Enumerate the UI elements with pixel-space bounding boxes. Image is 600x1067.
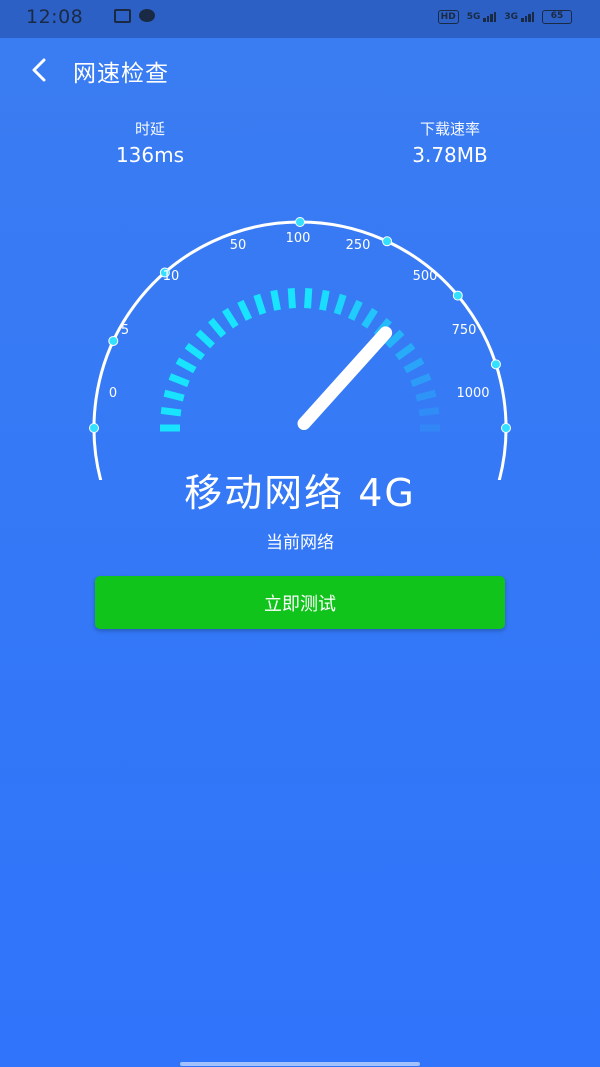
gauge-scale-label: 10: [163, 269, 180, 284]
chat-icon: [139, 9, 155, 22]
latency-value: 136ms: [115, 143, 185, 167]
gauge-scale-label: 250: [346, 238, 371, 253]
gauge-progress-tick: [195, 329, 215, 349]
status-time: 12:08: [26, 6, 84, 28]
gauge-progress-tick: [403, 357, 425, 374]
gauge-scale-label: 0: [109, 386, 117, 401]
hd-icon: HD: [437, 10, 459, 24]
gauge-progress-tick: [237, 299, 253, 321]
gauge-progress-tick: [304, 288, 313, 309]
gauge-progress-tick: [361, 307, 378, 329]
download-speed-value: 3.78MB: [412, 143, 488, 167]
status-notification-icons: [114, 9, 155, 23]
signal-3g-icon: 3G: [504, 12, 534, 22]
page-title: 网速检查: [73, 61, 169, 87]
gauge-progress-tick: [222, 307, 239, 329]
signal-5g-icon: 5G: [467, 12, 497, 22]
battery-icon: 65: [542, 10, 572, 24]
gauge-progress-tick: [175, 357, 197, 374]
gauge-scale-label: 750: [452, 323, 477, 338]
gauge-scale-labels: 0 5 10 50 100 250 500 750 1000: [109, 231, 490, 401]
gauge-progress-tick: [270, 289, 281, 311]
gauge-scale-label: 5: [121, 323, 129, 338]
gauge-needle: [297, 326, 393, 431]
gauge-scale-dot: [108, 335, 119, 346]
chevron-left-icon: [32, 58, 46, 82]
status-bar: 12:08 HD 5G 3G 65: [0, 0, 600, 38]
gauge-scale-label: 1000: [456, 386, 489, 401]
gauge-progress-tick: [415, 389, 437, 402]
gauge-scale-label: 100: [286, 231, 311, 246]
calendar-icon: [114, 9, 131, 23]
gauge-scale-dot: [452, 290, 463, 301]
gauge-scale-dot: [89, 423, 99, 433]
home-indicator: [180, 1062, 420, 1066]
gauge-scale-label: 50: [230, 238, 247, 253]
gauge-progress-tick: [208, 317, 227, 338]
download-speed-label: 下载速率: [419, 120, 480, 138]
gauge-progress-tick: [160, 406, 182, 417]
gauge-progress-tick: [418, 406, 440, 417]
back-button[interactable]: [22, 52, 58, 88]
gauge-progress-tick: [287, 288, 296, 309]
gauge-progress-ticks: [160, 288, 440, 432]
gauge-progress-tick: [184, 342, 205, 361]
gauge-progress-tick: [347, 299, 363, 321]
gauge-scale-dot: [382, 236, 393, 247]
gauge-scale-dot: [490, 359, 501, 370]
speed-gauge: 0 5 10 50 100 250 500 750 1000: [89, 217, 511, 480]
gauge-progress-tick: [163, 389, 185, 402]
gauge-progress-tick: [395, 342, 416, 361]
gauge-scale-dots: [89, 217, 511, 433]
download-speed-stat: 下载速率 3.78MB: [390, 118, 510, 167]
gauge-scale-label: 500: [413, 269, 438, 284]
gauge-scale-dot: [295, 217, 305, 227]
gauge-progress-tick: [168, 373, 190, 388]
status-system-icons: HD 5G 3G 65: [437, 10, 572, 24]
gauge-progress-tick: [319, 289, 330, 311]
gauge-outer-arc: [92, 220, 508, 480]
network-subtitle: 当前网络: [266, 533, 334, 553]
gauge-progress-tick: [253, 293, 267, 315]
gauge-progress-tick: [410, 373, 432, 388]
start-test-button[interactable]: 立即测试: [95, 576, 505, 629]
network-name: 移动网络 4G: [184, 471, 416, 515]
gauge-scale-dot: [501, 423, 511, 433]
latency-stat: 时延 136ms: [100, 118, 200, 167]
gauge-progress-tick: [333, 293, 347, 315]
latency-label: 时延: [134, 120, 165, 138]
